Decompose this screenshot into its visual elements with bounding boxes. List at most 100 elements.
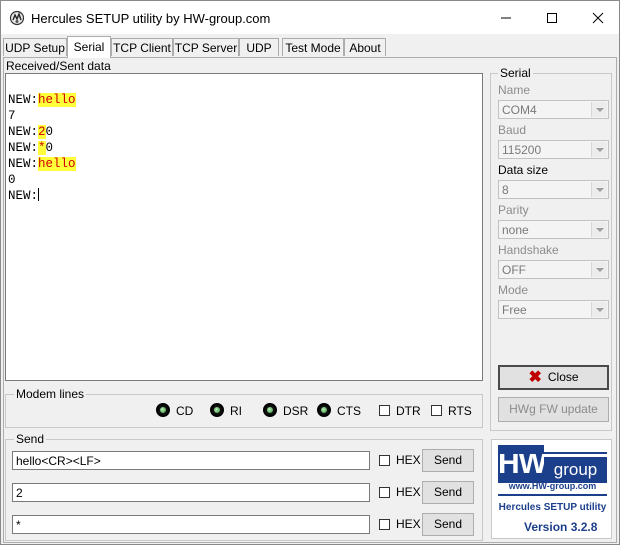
parity-label: Parity [498, 203, 529, 217]
text-cursor [38, 188, 40, 201]
line-highlight: 2 [38, 125, 46, 139]
send-group-label: Send [14, 432, 47, 446]
close-port-button[interactable]: ✖ Close [498, 365, 609, 390]
close-x-icon: ✖ [528, 369, 542, 386]
hex-checkbox-1[interactable] [379, 455, 390, 466]
received-line: NEW:20 [8, 124, 53, 140]
chevron-down-icon [591, 142, 607, 157]
rts-checkbox[interactable] [431, 405, 442, 416]
chevron-down-icon [591, 302, 607, 317]
line-highlight: hello [38, 93, 76, 107]
send-input-3[interactable]: * [12, 515, 370, 534]
line-prefix: NEW: [8, 93, 39, 107]
tab-label: TCP Client [113, 41, 171, 55]
received-line: NEW:hello [8, 156, 76, 172]
parity-select[interactable]: none [498, 220, 609, 239]
tab-tcp-client[interactable]: TCP Client [111, 38, 173, 56]
send-button-label: Send [433, 453, 463, 467]
close-window-button[interactable] [575, 1, 619, 34]
send-input-1[interactable]: hello<CR><LF> [12, 451, 370, 470]
line-rest: 0 [45, 141, 54, 155]
line-prefix: NEW: [8, 125, 39, 139]
send-button-2[interactable]: Send [422, 481, 474, 504]
mode-label: Mode [498, 283, 529, 297]
send-button-label: Send [433, 517, 463, 531]
chevron-down-icon [591, 102, 607, 117]
ri-label: RI [230, 404, 242, 418]
tab-test-mode[interactable]: Test Mode [282, 38, 344, 56]
tab-label: UDP [246, 41, 272, 55]
line-prefix: NEW: [8, 189, 39, 203]
dtr-label: DTR [396, 404, 421, 418]
name-label: Name [498, 83, 531, 97]
line-highlight: * [38, 141, 46, 155]
version-label: Version 3.2.8 [524, 520, 598, 534]
minimize-icon [501, 17, 511, 19]
send-button-3[interactable]: Send [422, 513, 474, 536]
handshake-select-value: OFF [502, 263, 526, 277]
line-prefix: NEW: [8, 157, 39, 171]
ri-led-icon [210, 403, 224, 417]
tab-about[interactable]: About [344, 38, 386, 56]
tab-udp[interactable]: UDP [239, 38, 279, 56]
maximize-icon [547, 12, 557, 23]
baud-label: Baud [498, 123, 527, 137]
data-size-label: Data size [498, 163, 549, 177]
logo-stripe [498, 452, 607, 454]
received-line: NEW:*0 [8, 140, 53, 156]
chevron-down-icon [591, 182, 607, 197]
baud-select-value: 115200 [502, 143, 542, 157]
tab-serial[interactable]: Serial [67, 36, 111, 58]
tab-tcp-server[interactable]: TCP Server [173, 38, 239, 56]
hex-checkbox-3[interactable] [379, 519, 390, 530]
data-size-select[interactable]: 8 [498, 180, 609, 199]
logo-product-name: Hercules SETUP utility [498, 502, 607, 513]
mode-select[interactable]: Free [498, 300, 609, 319]
rts-label: RTS [448, 404, 472, 418]
title-bar[interactable]: Hercules SETUP utility by HW-group.com [1, 1, 619, 34]
minimize-button[interactable] [483, 1, 529, 34]
window-title: Hercules SETUP utility by HW-group.com [31, 11, 271, 26]
logo-divider [498, 494, 607, 496]
line-prefix: NEW: [8, 141, 39, 155]
received-sent-label: Received/Sent data [6, 59, 111, 73]
logo-url: www.HW-group.com [508, 481, 597, 491]
handshake-label: Handshake [498, 243, 559, 257]
send-input-2[interactable]: 2 [12, 483, 370, 502]
logo-group-text: group [544, 457, 607, 483]
tab-label: TCP Server [174, 41, 238, 55]
dsr-label: DSR [283, 404, 309, 418]
send-input-1-value: hello<CR><LF> [16, 454, 101, 468]
handshake-select[interactable]: OFF [498, 260, 609, 279]
hercules-window: Hercules SETUP utility by HW-group.com U… [0, 0, 620, 545]
modem-lines-label: Modem lines [14, 387, 87, 401]
hex-label-1: HEX [396, 453, 421, 467]
cd-label: CD [176, 404, 194, 418]
line-prefix: 7 [8, 109, 16, 123]
close-button-label: Close [547, 370, 579, 384]
hw-group-logo[interactable]: HW group www.HW-group.com Hercules SETUP… [491, 439, 612, 539]
baud-select[interactable]: 115200 [498, 140, 609, 159]
hex-checkbox-2[interactable] [379, 487, 390, 498]
maximize-button[interactable] [529, 1, 575, 34]
name-select[interactable]: COM4 [498, 100, 609, 119]
hercules-app-icon [9, 10, 25, 26]
send-input-3-value: * [16, 518, 21, 532]
hex-label-3: HEX [396, 517, 421, 531]
fw-update-button-label: HWg FW update [509, 402, 598, 416]
logo-hw-text: HW [498, 445, 547, 483]
dtr-checkbox[interactable] [379, 405, 390, 416]
send-input-2-value: 2 [16, 486, 23, 500]
line-highlight: hello [38, 157, 76, 171]
received-line: NEW: [8, 188, 40, 204]
send-button-label: Send [433, 485, 463, 499]
received-sent-data-area[interactable]: NEW:hello 7 NEW:20 NEW:*0 NEW:hello 0 NE… [5, 73, 483, 381]
received-line: 7 [8, 108, 16, 124]
cd-led-icon [156, 403, 170, 417]
parity-select-value: none [502, 223, 529, 237]
hwg-fw-update-button[interactable]: HWg FW update [498, 397, 609, 422]
line-rest: 0 [45, 125, 54, 139]
send-button-1[interactable]: Send [422, 449, 474, 472]
tab-udp-setup[interactable]: UDP Setup [3, 38, 67, 56]
received-line: NEW:hello [8, 92, 76, 108]
